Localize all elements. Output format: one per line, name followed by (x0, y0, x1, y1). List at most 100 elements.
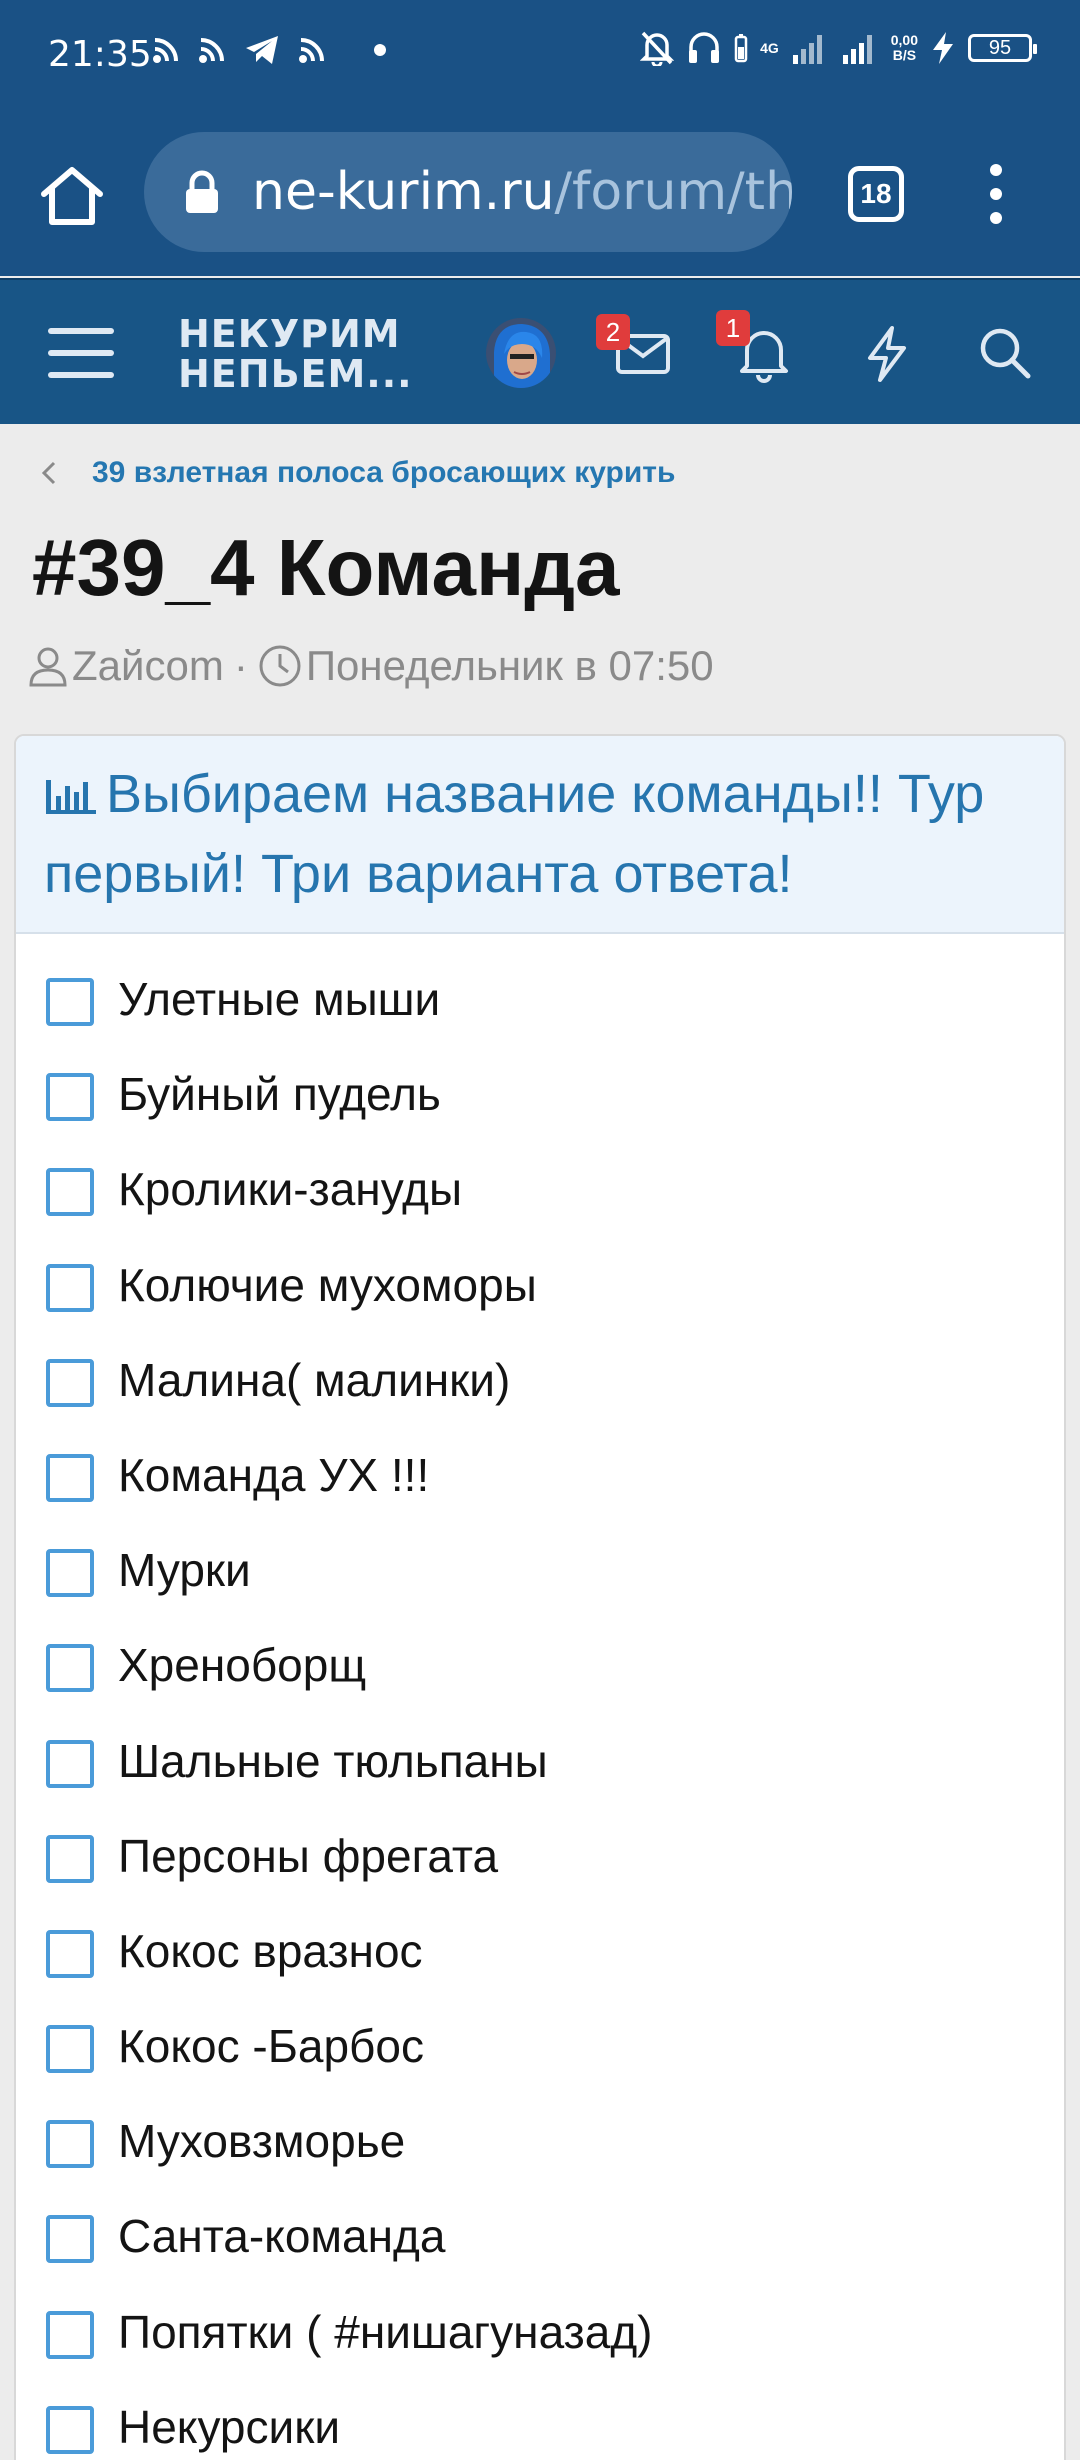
poll-option[interactable]: Хреноборщ (16, 1608, 1064, 1703)
site-header: НЕКУРИМ НЕПЬЕМ... 2 1 (0, 278, 1080, 424)
home-icon[interactable] (38, 162, 106, 230)
bar-chart-icon (46, 780, 96, 814)
network-speed: 0,00 B/S (891, 33, 918, 63)
meta-separator: · (233, 642, 248, 689)
user-icon (29, 647, 67, 687)
poll-option[interactable]: Персоны фрегата (16, 1799, 1064, 1894)
alerts-badge: 1 (716, 310, 750, 346)
poll-option[interactable]: Малина( малинки) (16, 1323, 1064, 1418)
breadcrumb[interactable]: 39 взлетная полоса бросающих курить (38, 456, 675, 490)
poll-option-label[interactable]: Кролики-зануды (118, 1162, 462, 1216)
poll-option-checkbox[interactable] (46, 2120, 94, 2169)
poll-option[interactable]: Улетные мыши (16, 942, 1064, 1037)
poll-option[interactable]: Муховзморье (16, 2084, 1064, 2179)
poll-option-label[interactable]: Буйный пудель (118, 1067, 441, 1121)
headphones-icon (689, 32, 720, 63)
lock-icon (186, 170, 218, 213)
poll-option-label[interactable]: Санта-команда (118, 2209, 445, 2263)
chevron-left-icon (41, 461, 56, 485)
poll-option[interactable]: Команда УХ !!! (16, 1418, 1064, 1513)
url-path: /forum/th (554, 162, 792, 222)
poll-option-checkbox[interactable] (46, 2310, 94, 2359)
status-time: 21:35 (48, 34, 152, 75)
network-type: 4G (760, 39, 779, 56)
status-bar: 21:35 4G 0,00 B/S 95 (0, 0, 1080, 110)
poll-option-checkbox[interactable] (46, 1549, 94, 1598)
more-menu-icon[interactable] (976, 158, 1016, 230)
poll-options: Улетные мыши Буйный пудель Кролики-зануды К… (16, 934, 1064, 2460)
page-title: #39_4 Команда (32, 523, 620, 612)
browser-toolbar: ne-kurim.ru/forum/th 18 (0, 110, 1080, 276)
messages-badge: 2 (596, 314, 630, 350)
poll-option-label[interactable]: Хреноборщ (118, 1638, 366, 1692)
poll-option-checkbox[interactable] (46, 2405, 94, 2454)
poll-option-checkbox[interactable] (46, 1739, 94, 1788)
poll-option-label[interactable]: Некурсики (118, 2400, 340, 2454)
url-text[interactable]: ne-kurim.ru/forum/th (252, 162, 792, 222)
poll-option[interactable]: Некурсики (16, 2370, 1064, 2460)
mute-bell-icon (640, 31, 675, 66)
poll-option-checkbox[interactable] (46, 978, 94, 1026)
poll-question: Выбираем название команды!! Тур первый! … (44, 754, 1034, 914)
poll-option-checkbox[interactable] (46, 1834, 94, 1883)
poll-option[interactable]: Кролики-зануды (16, 1132, 1064, 1227)
hamburger-menu-icon[interactable] (48, 326, 114, 380)
dot-icon (374, 44, 386, 56)
poll-option-label[interactable]: Муховзморье (118, 2114, 405, 2168)
poll-option-checkbox[interactable] (46, 1929, 94, 1978)
poll-option-label[interactable]: Малина( малинки) (118, 1353, 510, 1407)
logo-line-2: НЕПЬЕМ... (178, 352, 413, 396)
thread-meta: Zайcom · Понедельник в 07:50 (28, 642, 714, 690)
user-avatar[interactable] (486, 318, 556, 388)
tab-switcher-button[interactable]: 18 (848, 166, 904, 222)
network-label: 4G (760, 39, 779, 56)
thread-author[interactable]: Zайcom (72, 642, 224, 690)
small-battery-icon (734, 34, 748, 63)
poll-option[interactable]: Мурки (16, 1513, 1064, 1608)
telegram-icon (246, 36, 278, 64)
rss-icon (199, 38, 224, 63)
poll-option-label[interactable]: Колючие мухоморы (118, 1258, 537, 1312)
poll-option-label[interactable]: Персоны фрегата (118, 1829, 498, 1883)
poll-option-checkbox[interactable] (46, 1358, 94, 1407)
speed-value: 0,00 (890, 32, 918, 48)
poll-option[interactable]: Буйный пудель (16, 1037, 1064, 1132)
poll-option-label[interactable]: Попятки ( #нишагуназад) (118, 2305, 652, 2359)
poll-option-checkbox[interactable] (46, 1168, 94, 1217)
poll-option-checkbox[interactable] (46, 1073, 94, 1122)
breadcrumb-link[interactable]: 39 взлетная полоса бросающих курить (92, 456, 675, 490)
lightning-icon[interactable] (856, 322, 918, 384)
poll-option-label[interactable]: Мурки (118, 1543, 251, 1597)
thread-date[interactable]: Понедельник в 07:50 (306, 642, 714, 690)
charging-icon (933, 32, 953, 64)
search-icon[interactable] (974, 322, 1036, 384)
poll-option[interactable]: Кокос -Барбос (16, 1989, 1064, 2084)
poll-option-checkbox[interactable] (46, 2215, 94, 2264)
poll-option-label[interactable]: Кокос вразнос (118, 1924, 423, 1978)
poll-header: Выбираем название команды!! Тур первый! … (16, 736, 1064, 934)
poll-option[interactable]: Колючие мухоморы (16, 1228, 1064, 1323)
poll-option[interactable]: Попятки ( #нишагуназад) (16, 2275, 1064, 2370)
poll-option-checkbox[interactable] (46, 1453, 94, 1502)
poll-option-checkbox[interactable] (46, 1263, 94, 1312)
poll-option-checkbox[interactable] (46, 2025, 94, 2074)
poll-option[interactable]: Кокос вразнос (16, 1894, 1064, 1989)
url-host: ne-kurim.ru (252, 162, 555, 222)
speed-unit: B/S (892, 47, 917, 63)
system-icons: 4G 0,00 B/S 95 (640, 30, 1037, 66)
poll-option[interactable]: Санта-команда (16, 2179, 1064, 2274)
poll-option-label[interactable]: Кокос -Барбос (118, 2019, 424, 2073)
poll-option[interactable]: Шальные тюльпаны (16, 1704, 1064, 1799)
site-logo[interactable]: НЕКУРИМ НЕПЬЕМ... (178, 314, 413, 394)
poll-option-label[interactable]: Команда УХ !!! (118, 1448, 429, 1502)
clock-icon (259, 645, 301, 687)
poll-block: Выбираем название команды!! Тур первый! … (14, 734, 1066, 2460)
signal-icon (842, 35, 872, 64)
poll-option-checkbox[interactable] (46, 1644, 94, 1693)
address-bar[interactable]: ne-kurim.ru/forum/th (144, 132, 792, 252)
poll-option-label[interactable]: Улетные мыши (118, 972, 440, 1026)
poll-question-text: Выбираем название команды!! Тур первый! … (44, 764, 985, 904)
signal-icon (792, 35, 822, 64)
poll-option-label[interactable]: Шальные тюльпаны (118, 1734, 548, 1788)
rss-icon (299, 38, 324, 63)
